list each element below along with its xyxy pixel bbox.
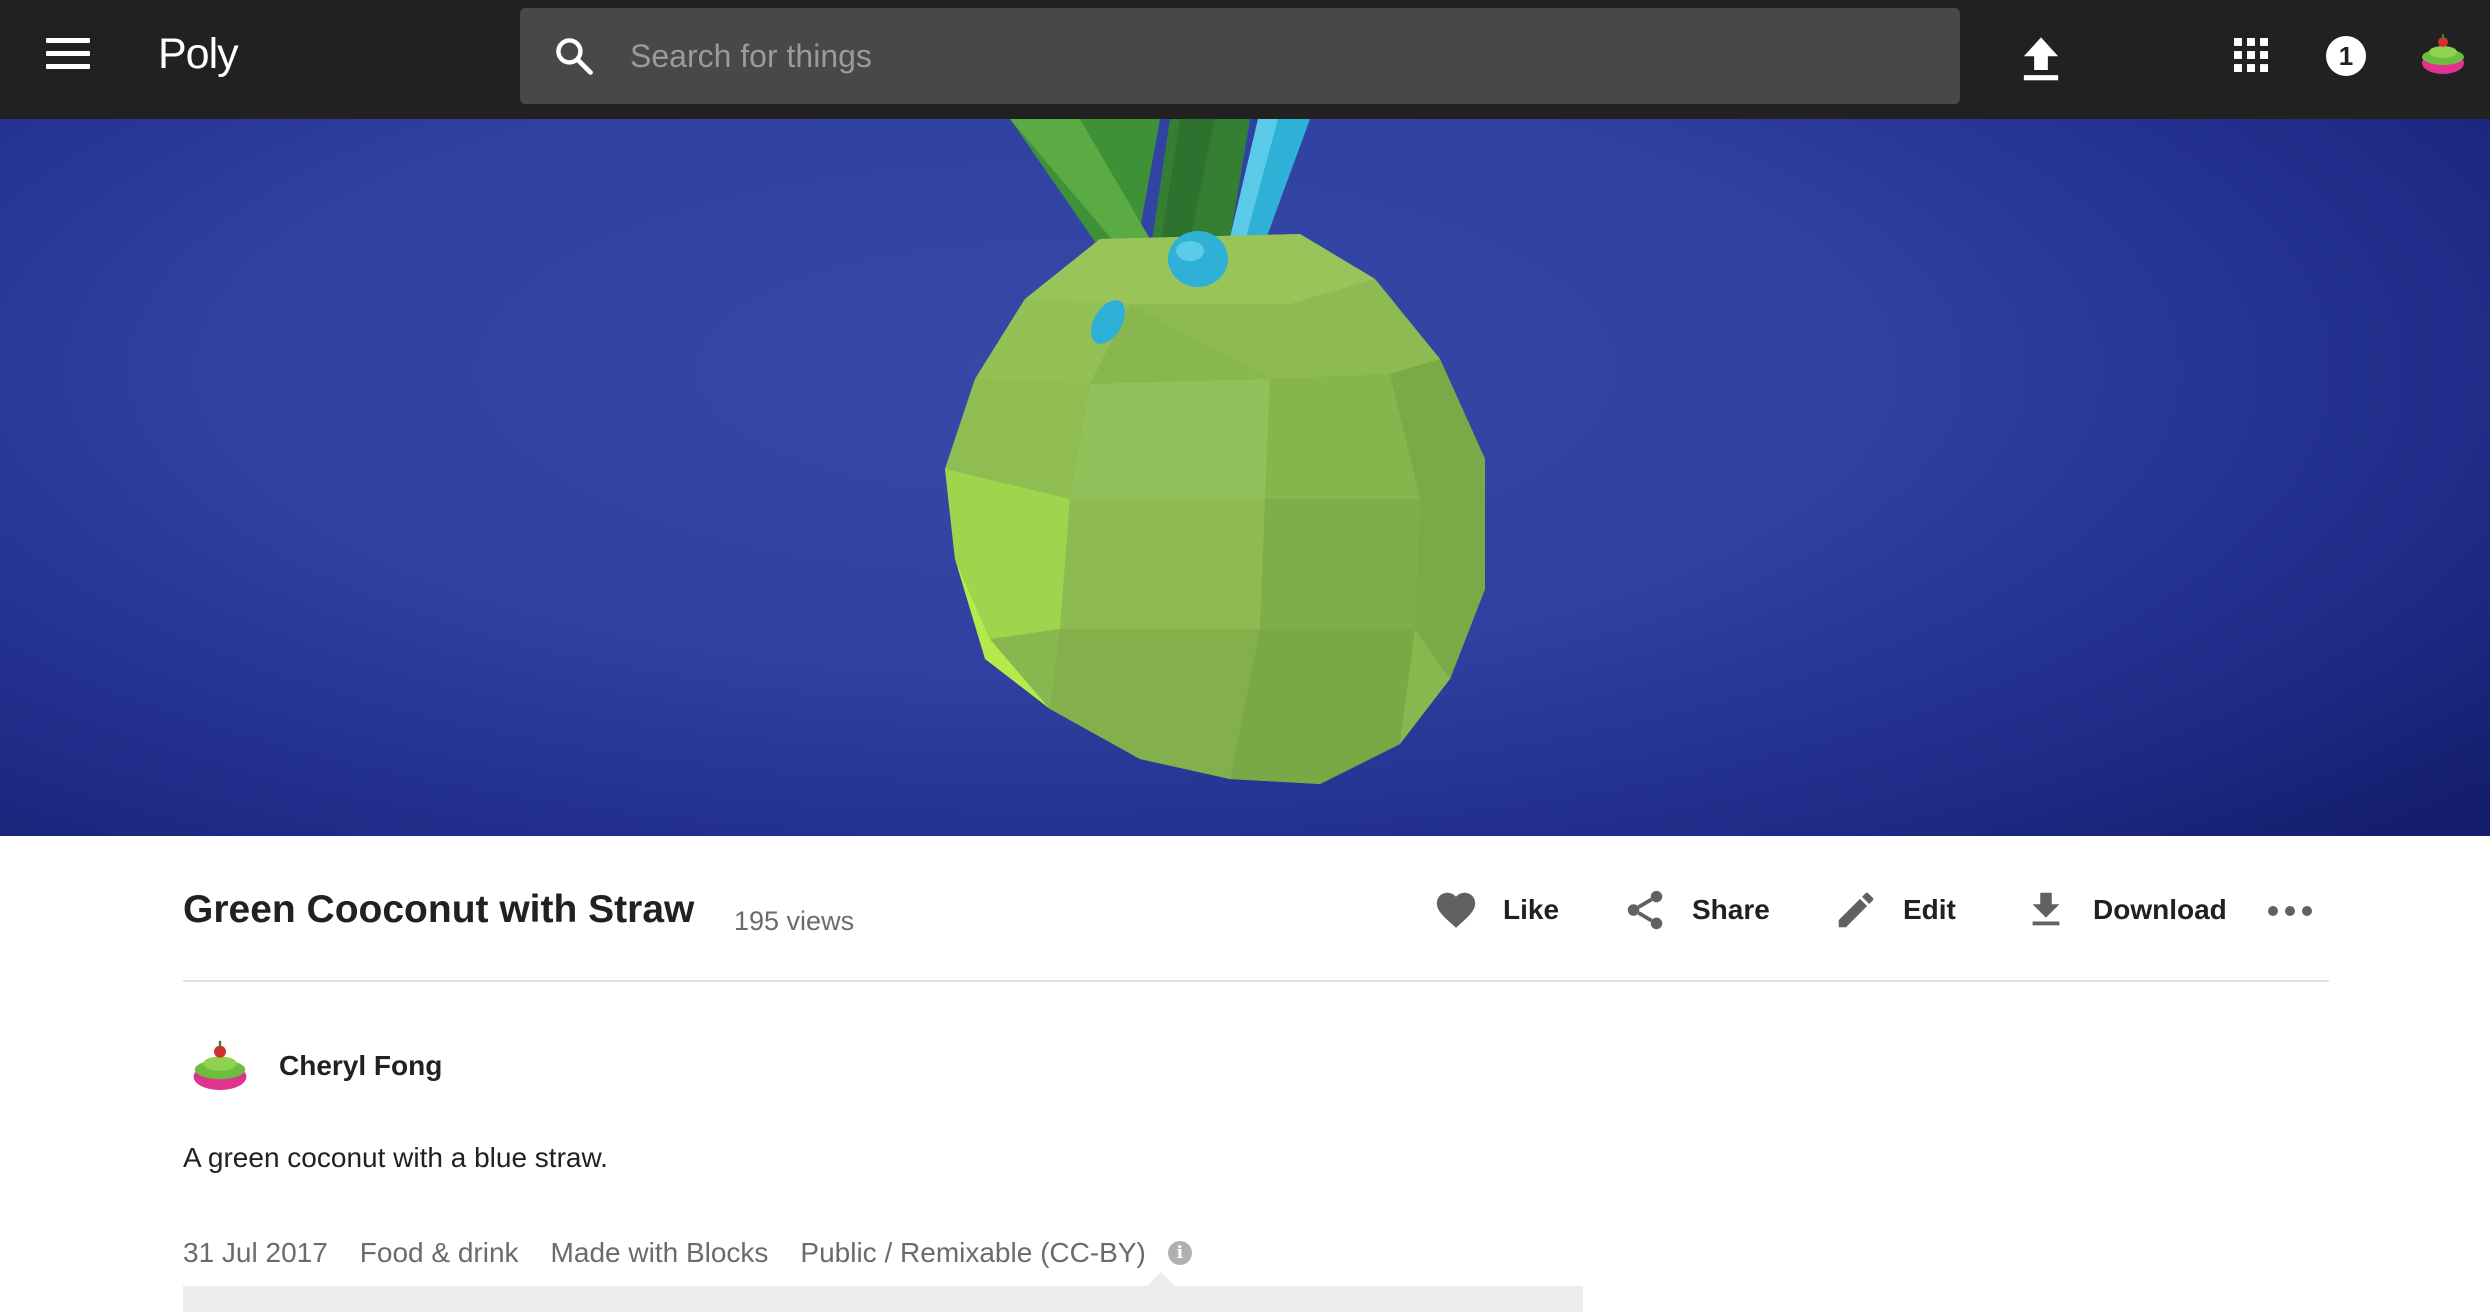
- search-bar[interactable]: [520, 8, 1960, 104]
- share-label: Share: [1692, 894, 1770, 925]
- more-horizontal-icon[interactable]: [2268, 896, 2312, 926]
- author-name-link[interactable]: Cheryl Fong: [279, 1050, 442, 1082]
- license-tooltip: [183, 1286, 1583, 1312]
- asset-title: Green Cooconut with Straw: [183, 888, 695, 931]
- download-icon: [2032, 892, 2060, 926]
- view-count: 195 views: [734, 906, 855, 936]
- menu-icon[interactable]: [46, 38, 90, 78]
- author-avatar[interactable]: [190, 1036, 250, 1096]
- download-button[interactable]: Download: [2023, 882, 2227, 938]
- download-label: Download: [2093, 894, 2227, 925]
- like-label: Like: [1503, 894, 1560, 925]
- divider: [183, 980, 2329, 982]
- edit-button[interactable]: Edit: [1833, 882, 1956, 938]
- pencil-icon: [1838, 892, 1874, 928]
- search-input[interactable]: [630, 30, 1930, 82]
- poly-logo[interactable]: Poly: [158, 30, 239, 79]
- made-with-link[interactable]: Made with Blocks: [551, 1237, 769, 1269]
- model-viewer[interactable]: [0, 119, 2490, 836]
- top-app-bar: Poly 1: [0, 0, 2490, 119]
- search-icon[interactable]: [552, 34, 596, 78]
- asset-metadata: 31 Jul 2017 Food & drink Made with Block…: [183, 1237, 1192, 1269]
- avatar-icon[interactable]: [2418, 30, 2468, 80]
- like-button[interactable]: Like: [1433, 882, 1559, 938]
- apps-grid-icon[interactable]: [2234, 38, 2268, 72]
- notification-badge[interactable]: 1: [2326, 36, 2366, 76]
- license-tooltip-arrow: [1147, 1272, 1175, 1286]
- edit-label: Edit: [1903, 894, 1956, 925]
- share-icon: [1627, 890, 1663, 930]
- info-icon[interactable]: i: [1167, 1241, 1192, 1265]
- license-label: Public / Remixable (CC-BY): [800, 1237, 1146, 1268]
- coconut-model-illustration: [945, 119, 1485, 784]
- heart-icon: [1436, 892, 1476, 928]
- share-button[interactable]: Share: [1622, 882, 1770, 938]
- asset-description: A green coconut with a blue straw.: [183, 1142, 608, 1173]
- publish-date: 31 Jul 2017: [183, 1237, 328, 1268]
- category-link[interactable]: Food & drink: [360, 1237, 519, 1269]
- upload-icon[interactable]: [2020, 34, 2062, 82]
